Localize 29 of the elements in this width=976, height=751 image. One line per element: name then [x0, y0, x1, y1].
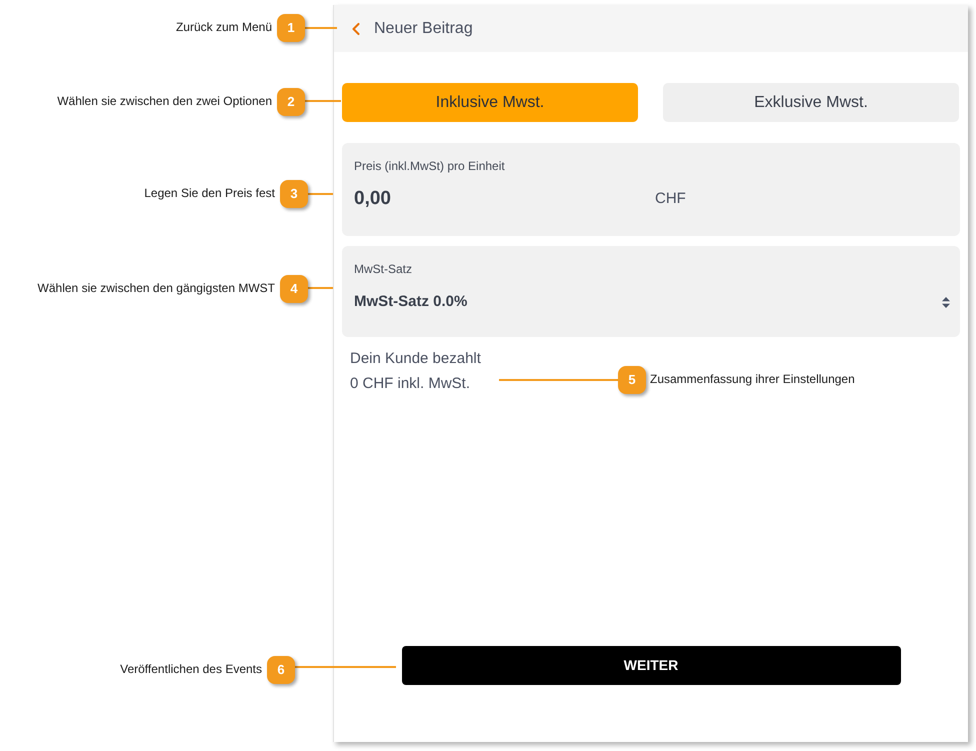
- up-down-icon: [942, 296, 950, 308]
- select-value: MwSt-Satz 0.0%: [354, 292, 468, 312]
- callout-badge: 5: [618, 366, 646, 394]
- callout-badge: 2: [277, 88, 305, 116]
- leader-line: [305, 27, 337, 29]
- continue-button[interactable]: WEITER: [402, 646, 900, 685]
- leader-line: [308, 287, 333, 289]
- callout-badge: 1: [277, 14, 305, 42]
- header-title: Neuer Beitrag: [374, 18, 473, 38]
- summary-text: Dein Kunde bezahlt 0 CHF inkl. MwSt.: [350, 349, 481, 394]
- price-field[interactable]: Preis (inkl.MwSt) pro Einheit 0,00 CHF: [342, 143, 960, 236]
- callout-badge: 6: [267, 656, 295, 684]
- callout-label: Veröffentlichen des Events: [120, 661, 262, 677]
- vat-rate-select[interactable]: MwSt-Satz MwSt-Satz 0.0%: [342, 246, 960, 337]
- leader-line: [308, 193, 333, 195]
- callout-label: Zurück zum Menü: [176, 19, 272, 35]
- callout-label: Wählen sie zwischen den gängigsten MWST: [38, 280, 275, 296]
- price-value: 0,00: [354, 187, 391, 211]
- vat-mode-tab[interactable]: Exklusive Mwst.: [663, 83, 959, 122]
- field-label: MwSt-Satz: [354, 261, 412, 277]
- callout-label: Zusammenfassung ihrer Einstellungen: [650, 371, 855, 387]
- currency-label: CHF: [655, 189, 686, 209]
- callout-badge: 4: [280, 275, 308, 303]
- vat-mode-tab[interactable]: Inklusive Mwst.: [342, 83, 638, 122]
- callout-label: Wählen sie zwischen den zwei Optionen: [57, 93, 272, 109]
- callout-badge: 3: [280, 180, 308, 208]
- callout-label: Legen Sie den Preis fest: [144, 185, 275, 201]
- field-label: Preis (inkl.MwSt) pro Einheit: [354, 158, 505, 174]
- leader-line: [305, 100, 341, 102]
